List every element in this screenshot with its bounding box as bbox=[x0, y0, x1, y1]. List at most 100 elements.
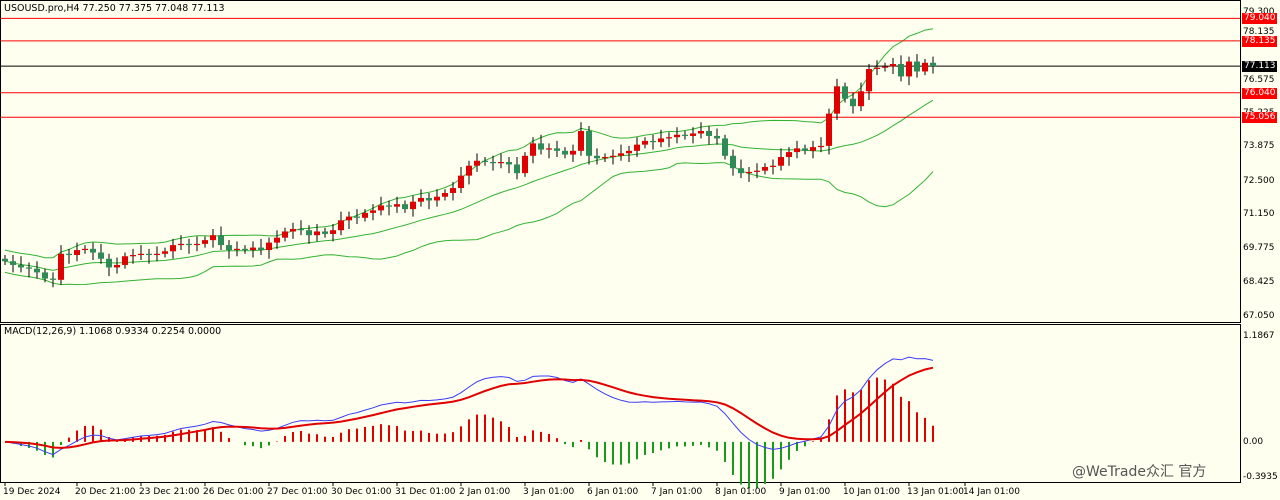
macd-info: MACD(12,26,9) 1.1068 0.9334 0.2254 0.000… bbox=[4, 326, 222, 337]
candle-body bbox=[114, 264, 120, 268]
candle-body bbox=[346, 216, 352, 221]
candle-body bbox=[402, 204, 408, 210]
candle-body bbox=[410, 201, 416, 210]
candle-body bbox=[210, 235, 216, 241]
price-tick-label: 72.500 bbox=[1243, 175, 1275, 186]
candle-body bbox=[66, 253, 72, 256]
price-tick-label: 71.150 bbox=[1243, 209, 1275, 220]
candle-body bbox=[802, 148, 808, 151]
candle-body bbox=[738, 168, 744, 174]
bollinger-bands bbox=[4, 28, 934, 286]
candle-body bbox=[666, 137, 672, 139]
candle-body bbox=[290, 228, 296, 232]
candle-body bbox=[506, 162, 512, 165]
time-tick-label: 3 Jan 01:00 bbox=[523, 487, 575, 497]
candle-body bbox=[90, 248, 96, 253]
candle-body bbox=[98, 252, 104, 259]
candle-body bbox=[658, 138, 664, 143]
time-tick-label: 31 Dec 01:00 bbox=[395, 487, 456, 497]
candle-body bbox=[826, 113, 832, 146]
candle-body bbox=[602, 157, 608, 159]
candle-body bbox=[522, 155, 528, 174]
candle-body bbox=[242, 248, 248, 251]
time-tick-label: 14 Jan 01:00 bbox=[963, 487, 1020, 497]
candle-body bbox=[202, 240, 208, 244]
price-tick-label: 69.775 bbox=[1243, 243, 1275, 254]
time-tick-label: 6 Jan 01:00 bbox=[587, 487, 639, 497]
candle-body bbox=[58, 253, 64, 280]
candle-body bbox=[530, 143, 536, 156]
candle-body bbox=[722, 138, 728, 156]
trading-terminal-chart[interactable]: USOUSD.pro,H4 77.250 77.375 77.048 77.11… bbox=[0, 0, 1280, 500]
candle-body bbox=[514, 164, 520, 174]
candle-body bbox=[362, 212, 368, 218]
candle-body bbox=[490, 162, 496, 164]
level-tag: 75.056 bbox=[1242, 112, 1277, 124]
candle-body bbox=[354, 216, 360, 218]
candle-body bbox=[338, 220, 344, 231]
candle-body bbox=[226, 245, 232, 251]
candle-body bbox=[538, 143, 544, 150]
candle-body bbox=[162, 251, 168, 254]
candle-body bbox=[562, 150, 568, 155]
candle-body bbox=[10, 261, 16, 265]
level-tag: 77.113 bbox=[1242, 61, 1277, 73]
price-pane-border bbox=[0, 0, 1241, 323]
candle-body bbox=[426, 197, 432, 201]
candle-body bbox=[578, 130, 584, 151]
candle-body bbox=[130, 255, 136, 257]
candle-body bbox=[106, 258, 112, 268]
candle-body bbox=[26, 267, 32, 269]
time-tick-label: 13 Jan 01:00 bbox=[907, 487, 964, 497]
price-tick-label: 73.875 bbox=[1243, 141, 1275, 152]
price-tick-label: 76.575 bbox=[1243, 74, 1275, 85]
candle-body bbox=[298, 228, 304, 231]
candle-body bbox=[546, 148, 552, 150]
candle-body bbox=[642, 140, 648, 145]
candle-body bbox=[690, 133, 696, 136]
candle-body bbox=[634, 144, 640, 151]
candle-body bbox=[50, 278, 56, 280]
candle-body bbox=[458, 175, 464, 189]
price-chart-canvas[interactable] bbox=[0, 0, 1280, 500]
candle-body bbox=[266, 242, 272, 251]
candle-body bbox=[594, 155, 600, 159]
price-tick-label: 67.050 bbox=[1243, 310, 1275, 321]
candle-body bbox=[754, 170, 760, 172]
candle-body bbox=[146, 253, 152, 256]
time-tick-label: 19 Dec 2024 bbox=[3, 487, 61, 497]
candle-body bbox=[618, 153, 624, 156]
candle-body bbox=[74, 250, 80, 256]
candle-body bbox=[18, 264, 24, 268]
candle-body bbox=[778, 157, 784, 166]
candle-body bbox=[674, 134, 680, 138]
candle-body bbox=[482, 160, 488, 162]
symbol-info: USOUSD.pro,H4 77.250 77.375 77.048 77.11… bbox=[4, 3, 225, 14]
candle-body bbox=[474, 160, 480, 166]
price-tick-label: 68.425 bbox=[1243, 276, 1275, 287]
candle-body bbox=[250, 247, 256, 251]
candle-body bbox=[850, 98, 856, 107]
candle-body bbox=[730, 155, 736, 169]
candle-body bbox=[122, 256, 128, 265]
candle-body bbox=[930, 62, 936, 67]
candle-body bbox=[42, 272, 48, 279]
time-tick-label: 20 Dec 21:00 bbox=[75, 487, 136, 497]
candle-body bbox=[186, 243, 192, 246]
band-upper bbox=[4, 28, 934, 259]
candle-body bbox=[898, 64, 904, 77]
candle-body bbox=[282, 231, 288, 238]
band-middle bbox=[4, 99, 934, 271]
candlesticks bbox=[2, 54, 936, 288]
time-tick-label: 10 Jan 01:00 bbox=[843, 487, 900, 497]
candle-body bbox=[786, 152, 792, 158]
candle-body bbox=[866, 68, 872, 92]
candle-body bbox=[442, 193, 448, 197]
candle-body bbox=[82, 248, 88, 251]
candle-body bbox=[498, 162, 504, 164]
candle-body bbox=[890, 64, 896, 67]
candle-body bbox=[394, 204, 400, 207]
candle-body bbox=[882, 66, 888, 68]
candle-body bbox=[138, 253, 144, 256]
candle-body bbox=[2, 258, 8, 262]
